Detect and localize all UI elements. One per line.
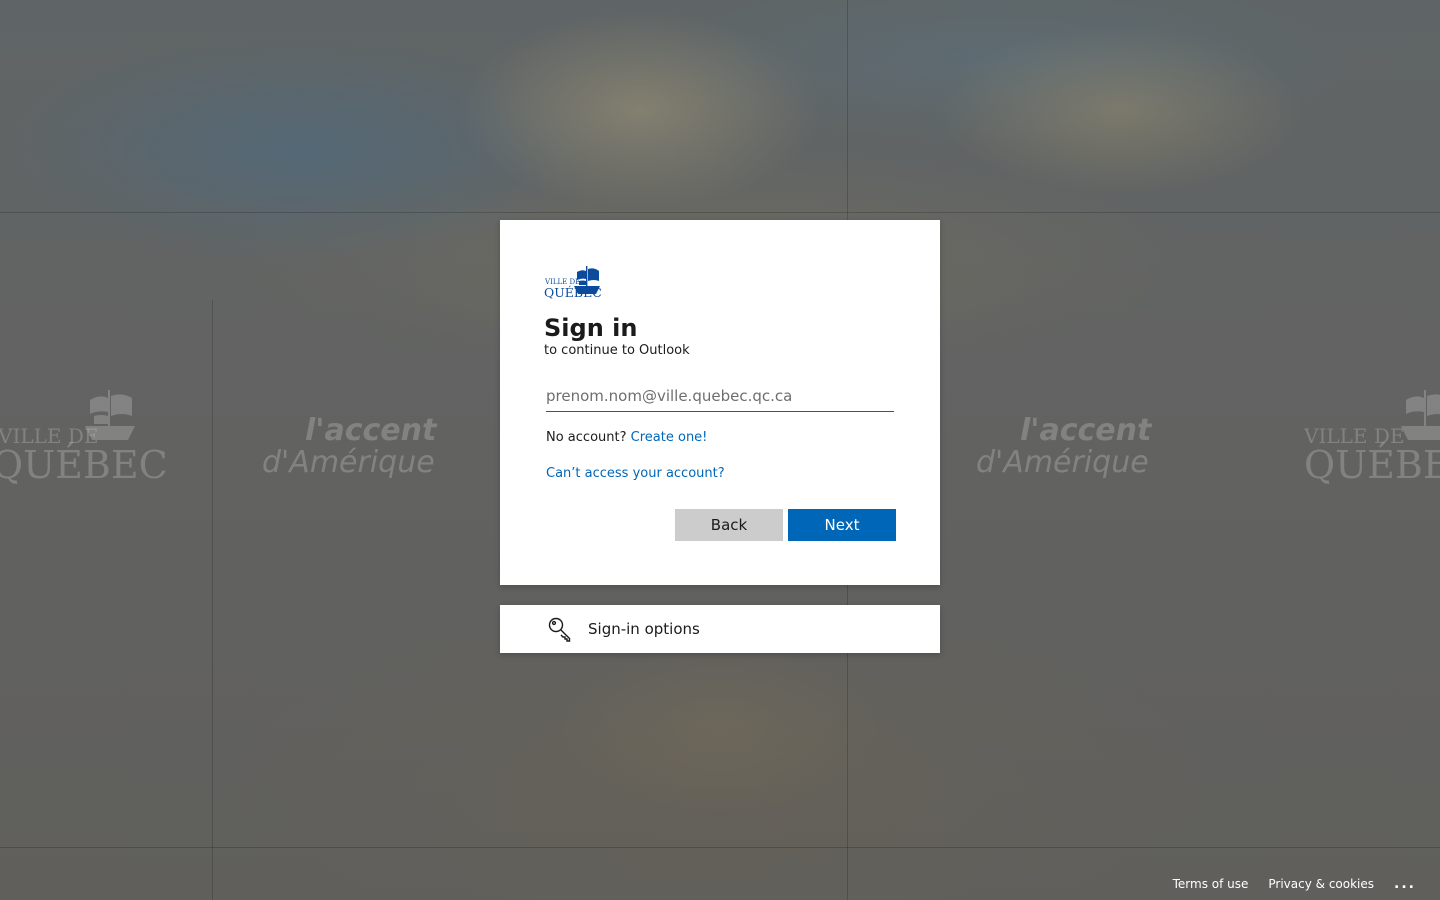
- cant-access-account-link[interactable]: Can’t access your account?: [546, 466, 725, 481]
- background-divider: [0, 212, 1440, 213]
- sign-in-options-button[interactable]: Sign-in options: [500, 605, 940, 653]
- sign-in-card: VILLE DE QUÉBEC Sign in to continue to O…: [500, 220, 940, 585]
- no-account-row: No account? Create one!: [546, 430, 707, 445]
- next-button[interactable]: Next: [788, 509, 896, 541]
- banner-slogan-top: l'accent: [305, 413, 437, 448]
- banner-city-bottom: QUÉBEC: [1304, 443, 1440, 487]
- back-button[interactable]: Back: [675, 509, 783, 541]
- create-account-link[interactable]: Create one!: [631, 430, 708, 445]
- email-field[interactable]: [546, 380, 894, 411]
- sign-in-options-label: Sign-in options: [588, 620, 700, 638]
- page-title: Sign in: [544, 314, 638, 342]
- key-icon: [546, 615, 574, 643]
- banner-slogan-bottom: d'Amérique: [262, 445, 435, 480]
- banner-slogan-top: l'accent: [1020, 413, 1152, 448]
- page-subtitle: to continue to Outlook: [544, 343, 690, 358]
- background-divider: [0, 847, 1440, 848]
- logo-text-bottom: QUÉBEC: [544, 285, 602, 300]
- background-divider: [212, 300, 213, 900]
- ville-de-quebec-logo: VILLE DE QUÉBEC: [544, 266, 602, 300]
- more-options-button[interactable]: ...: [1394, 876, 1416, 892]
- footer: Terms of use Privacy & cookies ...: [1153, 876, 1416, 892]
- privacy-cookies-link[interactable]: Privacy & cookies: [1268, 877, 1374, 891]
- terms-of-use-link[interactable]: Terms of use: [1173, 877, 1249, 891]
- banner-city-bottom: QUÉBEC: [0, 443, 168, 487]
- banner-slogan-bottom: d'Amérique: [976, 445, 1149, 480]
- email-field-wrapper: [546, 380, 894, 412]
- no-account-text: No account?: [546, 430, 627, 445]
